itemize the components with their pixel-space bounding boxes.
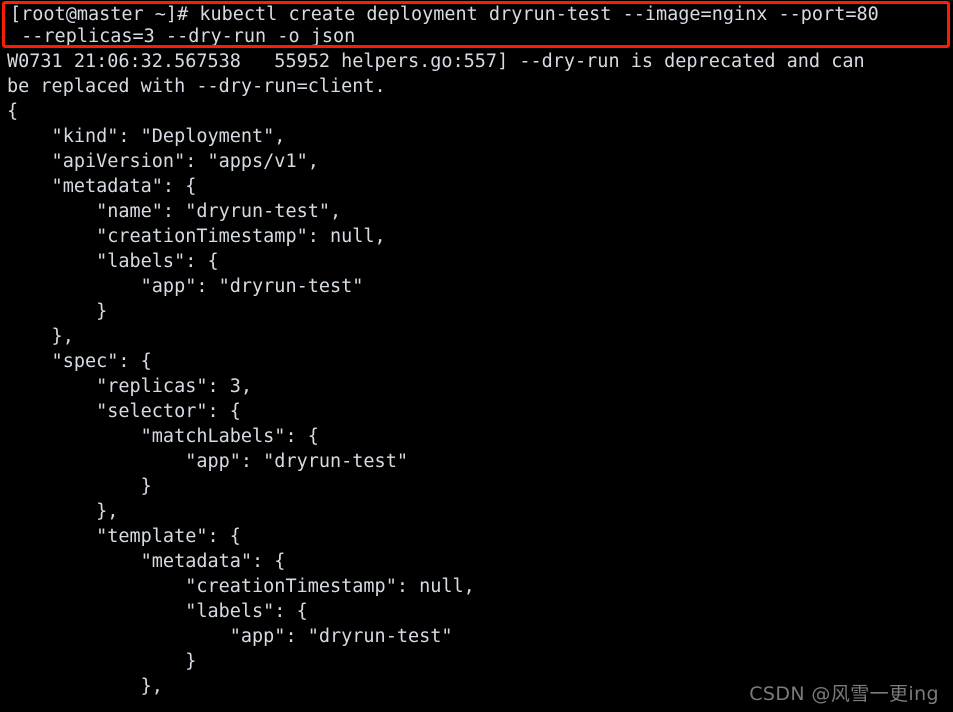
terminal-output-line: "apiVersion": "apps/v1",: [7, 151, 319, 172]
terminal-output-line: "labels": {: [7, 601, 308, 622]
terminal-output-line: },: [7, 326, 74, 347]
terminal-output-line: "app": "dryrun-test": [7, 626, 453, 647]
terminal-output-line: be replaced with --dry-run=client.: [7, 76, 386, 97]
terminal-output-line: "creationTimestamp": null,: [7, 226, 386, 247]
terminal-output-line: }: [7, 301, 108, 322]
terminal-output-line: "selector": {: [7, 401, 241, 422]
command-line: [root@master ~]# kubectl create deployme…: [10, 4, 879, 25]
terminal-output-line: "kind": "Deployment",: [7, 126, 286, 147]
terminal-output-line: "app": "dryrun-test": [7, 276, 364, 297]
terminal-output-line: "name": "dryrun-test",: [7, 201, 342, 222]
terminal-output-line: },: [7, 501, 119, 522]
terminal-output-line: "spec": {: [7, 351, 152, 372]
terminal-output-line: "creationTimestamp": null,: [7, 576, 475, 597]
terminal-output-line: "matchLabels": {: [7, 426, 319, 447]
csdn-watermark: CSDN @风雪一更ing: [749, 683, 939, 705]
terminal-output-line: }: [7, 476, 152, 497]
terminal-output-line: "replicas": 3,: [7, 376, 253, 397]
terminal-output-line: {: [7, 101, 19, 122]
terminal-output-line: "labels": {: [7, 251, 219, 272]
terminal-output-line: "metadata": {: [7, 176, 197, 197]
terminal-window[interactable]: [root@master ~]# kubectl create deployme…: [0, 0, 953, 712]
terminal-output-line: "app": "dryrun-test": [7, 451, 408, 472]
terminal-output-line: W0731 21:06:32.567538 55952 helpers.go:5…: [7, 51, 865, 72]
terminal-output[interactable]: W0731 21:06:32.567538 55952 helpers.go:5…: [0, 49, 953, 699]
command-line-continuation: --replicas=3 --dry-run -o json: [10, 26, 356, 47]
terminal-output-line: "template": {: [7, 526, 241, 547]
highlighted-command-box: [root@master ~]# kubectl create deployme…: [2, 1, 950, 48]
terminal-output-line: "metadata": {: [7, 551, 286, 572]
terminal-output-line: }: [7, 651, 197, 672]
